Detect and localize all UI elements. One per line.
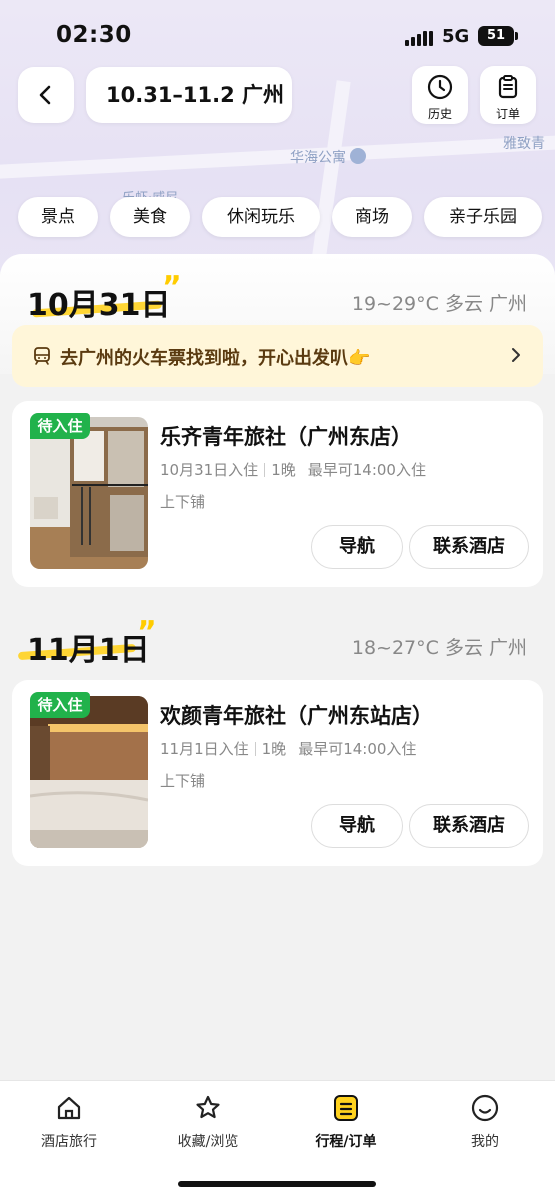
- contact-hotel-button[interactable]: 联系酒店: [409, 804, 529, 848]
- day-weather: 18~27°C 多云 广州: [351, 637, 527, 659]
- map-road: [0, 134, 555, 180]
- category-chip[interactable]: 景点: [18, 197, 98, 237]
- back-button[interactable]: [18, 67, 74, 123]
- train-ticket-banner[interactable]: 去广州的火车票找到啦，开心出发叭👉: [12, 325, 543, 387]
- map-label: 雅致青: [503, 136, 545, 152]
- battery-icon: 51: [478, 26, 518, 46]
- network-type: 5G: [442, 26, 470, 47]
- orders-button[interactable]: 订单: [480, 66, 536, 124]
- nights: 1晚: [261, 740, 287, 758]
- tab-label: 我的: [471, 1134, 499, 1150]
- quote-mark-icon: ”: [137, 615, 157, 650]
- tab-label: 收藏/浏览: [177, 1134, 239, 1150]
- status-badge: 待入住: [30, 692, 90, 718]
- tab-favorites[interactable]: 收藏/浏览: [153, 1093, 263, 1151]
- day-title: 11月1日: [27, 633, 150, 668]
- room-type: 上下铺: [160, 772, 206, 790]
- category-chip[interactable]: 亲子乐园: [424, 197, 542, 237]
- date-range-pill[interactable]: 10.31–11.2 广州: [86, 67, 292, 123]
- history-label: 历史: [427, 107, 452, 121]
- nights: 1晚: [271, 461, 296, 479]
- checkin-date: 10月31日入住: [160, 461, 259, 479]
- checkin-date: 11月1日入住: [160, 740, 249, 758]
- tab-hotel-travel[interactable]: 酒店旅行: [14, 1093, 124, 1151]
- clock-icon: [427, 74, 453, 100]
- tab-profile[interactable]: 我的: [430, 1093, 540, 1151]
- hotel-name: 乐齐青年旅社（广州东店）: [160, 425, 412, 449]
- map-label: 华海公寓: [290, 147, 366, 167]
- itinerary-icon: [334, 1095, 358, 1121]
- status-badge: 待入住: [30, 413, 90, 439]
- contact-hotel-button[interactable]: 联系酒店: [409, 525, 529, 569]
- earliest-checkin: 最早可14:00入住: [298, 740, 417, 758]
- orders-label: 订单: [495, 107, 520, 121]
- train-icon: [34, 347, 50, 365]
- tab-itinerary[interactable]: 行程/订单: [291, 1093, 401, 1151]
- chevron-right-icon: [512, 348, 520, 362]
- hotel-card[interactable]: 待入住 乐齐青年旅社（广州东店） 10月31日入住 1晚 最早可14:00入住 上下…: [12, 401, 543, 587]
- star-icon: [196, 1095, 220, 1119]
- status-bar: 02:30 5G 51: [0, 0, 555, 60]
- hotel-photo: [30, 417, 148, 569]
- category-chip[interactable]: 休闲玩乐: [202, 197, 320, 237]
- day-title: 10月31日: [27, 288, 171, 323]
- stay-info: 11月1日入住 1晚 最早可14:00入住: [160, 738, 416, 759]
- earliest-checkin: 最早可14:00入住: [307, 461, 426, 479]
- quote-mark-icon: ”: [162, 270, 182, 305]
- hotel-name: 欢颜青年旅社（广州东站店）: [160, 704, 433, 728]
- signal-icon: [405, 28, 435, 46]
- tab-label: 酒店旅行: [41, 1134, 97, 1150]
- day-weather: 19~29°C 多云 广州: [351, 293, 527, 315]
- navigate-button[interactable]: 导航: [311, 804, 403, 848]
- chevron-left-icon: [39, 85, 51, 105]
- navigate-button[interactable]: 导航: [311, 525, 403, 569]
- map-poi-icon: [350, 148, 366, 164]
- room-type: 上下铺: [160, 493, 206, 511]
- home-indicator: [178, 1181, 376, 1187]
- hotel-card[interactable]: 待入住 欢颜青年旅社（广州东站店） 11月1日入住 1晚 最早可14:00入住 上下…: [12, 680, 543, 866]
- hotel-photo: [30, 696, 148, 848]
- banner-text: 去广州的火车票找到啦，开心出发叭👉: [60, 348, 371, 369]
- category-chip[interactable]: 美食: [110, 197, 190, 237]
- home-icon: [57, 1096, 81, 1120]
- clipboard-icon: [498, 75, 518, 99]
- category-chip[interactable]: 商场: [332, 197, 412, 237]
- status-time: 02:30: [56, 22, 132, 48]
- stay-info: 10月31日入住 1晚 最早可14:00入住: [160, 459, 426, 480]
- tab-label: 行程/订单: [315, 1134, 377, 1150]
- history-button[interactable]: 历史: [412, 66, 468, 124]
- smile-icon: [471, 1094, 499, 1122]
